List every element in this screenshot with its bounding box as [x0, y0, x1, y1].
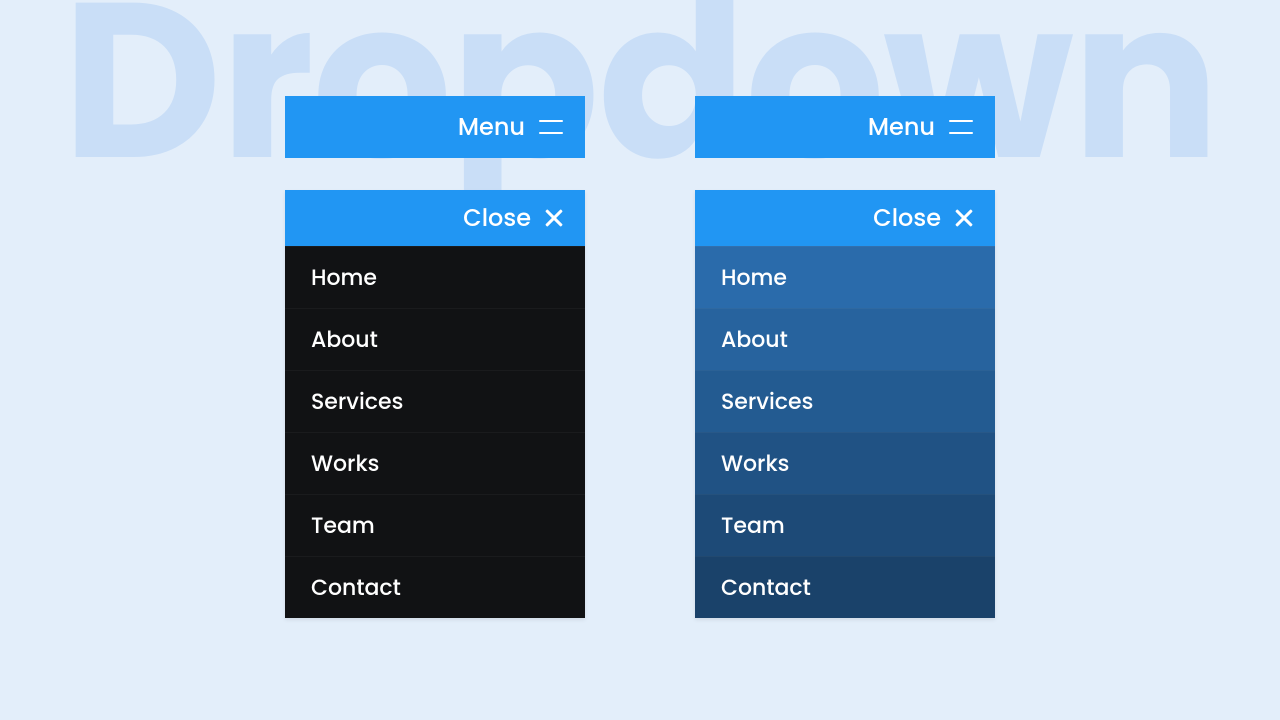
- menu-toggle-button[interactable]: Menu: [285, 96, 585, 158]
- hamburger-icon: [949, 120, 973, 134]
- nav-item-contact[interactable]: Contact: [285, 556, 585, 618]
- nav-item-home[interactable]: Home: [695, 246, 995, 308]
- close-label: Close: [873, 201, 941, 236]
- nav-item-services[interactable]: Services: [695, 370, 995, 432]
- menu-toggle-label: Menu: [458, 110, 525, 145]
- hamburger-icon: [539, 120, 563, 134]
- nav-item-services[interactable]: Services: [285, 370, 585, 432]
- nav-item-about[interactable]: About: [285, 308, 585, 370]
- nav-item-contact[interactable]: Contact: [695, 556, 995, 618]
- dropdown-blue: Menu Close Home About Services Works Tea…: [695, 96, 995, 720]
- close-label: Close: [463, 201, 531, 236]
- dropdown-dark: Menu Close Home About Services Works Tea…: [285, 96, 585, 720]
- nav-item-home[interactable]: Home: [285, 246, 585, 308]
- nav-item-team[interactable]: Team: [695, 494, 995, 556]
- dropdown-panel-blue: Close Home About Services Works Team Con…: [695, 190, 995, 618]
- close-icon: [955, 209, 973, 227]
- nav-item-works[interactable]: Works: [285, 432, 585, 494]
- menu-toggle-label: Menu: [868, 110, 935, 145]
- dropdown-panel-dark: Close Home About Services Works Team Con…: [285, 190, 585, 618]
- menu-toggle-button[interactable]: Menu: [695, 96, 995, 158]
- nav-item-works[interactable]: Works: [695, 432, 995, 494]
- stage: Menu Close Home About Services Works Tea…: [0, 0, 1280, 720]
- close-icon: [545, 209, 563, 227]
- nav-item-about[interactable]: About: [695, 308, 995, 370]
- close-button[interactable]: Close: [285, 190, 585, 246]
- nav-item-team[interactable]: Team: [285, 494, 585, 556]
- close-button[interactable]: Close: [695, 190, 995, 246]
